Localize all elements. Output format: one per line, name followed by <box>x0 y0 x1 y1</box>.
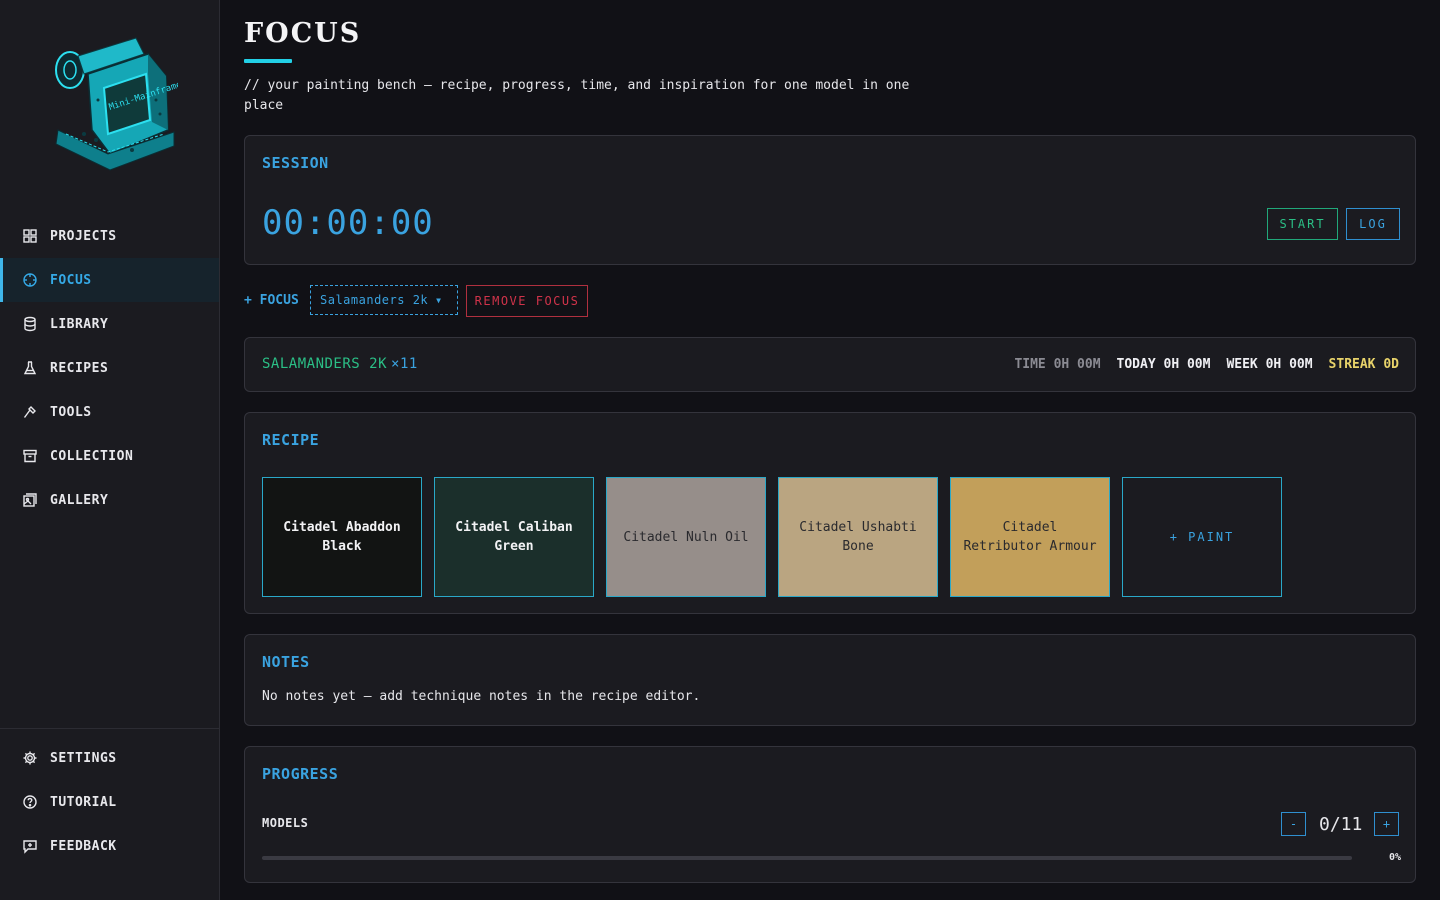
project-name-line: SALAMANDERS 2K ×11 <box>262 356 418 372</box>
decrement-models-button[interactable]: - <box>1281 812 1306 836</box>
add-paint-button[interactable]: + PAINT <box>1122 477 1282 597</box>
stat-streak: STREAK 0D <box>1328 357 1399 372</box>
nav-item-collection[interactable]: COLLECTION <box>0 434 219 478</box>
paint-swatch[interactable]: Citadel Ushabti Bone <box>778 477 938 597</box>
paint-name: Citadel Retributor Armour <box>963 520 1097 554</box>
notes-text: No notes yet — add technique notes in th… <box>262 689 701 704</box>
feedback-icon <box>23 840 37 854</box>
nav-label-projects: PROJECTS <box>50 228 117 244</box>
nav-item-tutorial[interactable]: TUTORIAL <box>0 780 219 824</box>
nav-label-tutorial: TUTORIAL <box>50 794 117 810</box>
progress-card: PROGRESS MODELS - 0/11 + 0% <box>244 746 1416 883</box>
paint-swatch[interactable]: Citadel Caliban Green <box>434 477 594 597</box>
help-icon <box>23 795 37 809</box>
nav-label-recipes: RECIPES <box>50 360 109 376</box>
image-icon <box>23 493 37 507</box>
nav-label-feedback: FEEDBACK <box>50 838 117 854</box>
nav-item-feedback[interactable]: FEEDBACK <box>0 824 219 868</box>
paint-swatch[interactable]: Citadel Abaddon Black <box>262 477 422 597</box>
add-focus-button[interactable]: + FOCUS <box>244 293 299 308</box>
paint-swatches: Citadel Abaddon Black Citadel Caliban Gr… <box>262 477 1282 597</box>
project-summary-card: SALAMANDERS 2K ×11 TIME 0H 00M TODAY 0H 0… <box>244 337 1416 392</box>
nav-label-focus: FOCUS <box>50 272 92 288</box>
focus-project-select[interactable]: Salamanders 2k ▼ <box>310 285 458 315</box>
session-title: SESSION <box>262 154 329 172</box>
start-button[interactable]: START <box>1267 208 1338 240</box>
focus-bar: + FOCUS Salamanders 2k ▼ REMOVE FOCUS <box>244 285 1144 317</box>
main-nav: PROJECTS FOCUS LIBRARY RECIPES TOOLS COL… <box>0 214 219 522</box>
models-label: MODELS <box>262 816 309 830</box>
sidebar: Mini-Mainframe PROJECTS FOCUS LIBRARY RE… <box>0 0 220 900</box>
progress-percent: 0% <box>1388 852 1401 863</box>
paint-name: Citadel Caliban Green <box>455 520 573 554</box>
paint-swatch[interactable]: Citadel Retributor Armour <box>950 477 1110 597</box>
chevron-down-icon: ▼ <box>436 295 442 305</box>
project-model-count: ×11 <box>391 356 418 372</box>
paint-swatch[interactable]: Citadel Nuln Oil <box>606 477 766 597</box>
page-subtitle: // your painting bench — recipe, progres… <box>244 78 910 113</box>
nav-item-gallery[interactable]: GALLERY <box>0 478 219 522</box>
bottom-nav: SETTINGS TUTORIAL FEEDBACK <box>0 728 219 868</box>
notes-title: NOTES <box>262 653 310 671</box>
nav-label-tools: TOOLS <box>50 404 92 420</box>
focus-select-value: Salamanders 2k <box>320 293 429 307</box>
gear-icon <box>23 751 37 765</box>
stat-time: TIME 0H 00M <box>1014 357 1101 372</box>
session-card: SESSION 00:00:00 START LOG <box>244 135 1416 265</box>
nav-label-gallery: GALLERY <box>50 492 109 508</box>
crosshair-icon <box>23 273 37 287</box>
models-count: 0/11 <box>1319 814 1363 835</box>
paint-name: Citadel Ushabti Bone <box>799 520 917 554</box>
flask-icon <box>23 361 37 375</box>
mini-mainframe-logo[interactable]: Mini-Mainframe <box>48 30 183 172</box>
log-button[interactable]: LOG <box>1346 208 1400 240</box>
progress-bar <box>262 856 1352 860</box>
paint-name: Citadel Nuln Oil <box>623 529 749 545</box>
remove-focus-button[interactable]: REMOVE FOCUS <box>466 285 588 317</box>
notes-card: NOTES No notes yet — add technique notes… <box>244 634 1416 726</box>
stat-today: TODAY 0H 00M <box>1116 357 1211 372</box>
page-title: FOCUS <box>244 18 362 49</box>
nav-label-collection: COLLECTION <box>50 448 134 464</box>
time-stats: TIME 0H 00M TODAY 0H 00M WEEK 0H 00M STR… <box>1014 357 1399 372</box>
progress-title: PROGRESS <box>262 765 339 783</box>
nav-item-tools[interactable]: TOOLS <box>0 390 219 434</box>
stat-week: WEEK 0H 00M <box>1226 357 1313 372</box>
nav-item-library[interactable]: LIBRARY <box>0 302 219 346</box>
increment-models-button[interactable]: + <box>1374 812 1399 836</box>
project-name: SALAMANDERS 2K <box>262 356 388 372</box>
grid-icon <box>23 229 37 243</box>
nav-item-settings[interactable]: SETTINGS <box>0 736 219 780</box>
recipe-card: RECIPE Citadel Abaddon Black Citadel Cal… <box>244 412 1416 614</box>
nav-item-focus[interactable]: FOCUS <box>0 258 219 302</box>
title-underline <box>244 59 292 63</box>
session-timer: 00:00:00 <box>262 203 434 243</box>
nav-item-projects[interactable]: PROJECTS <box>0 214 219 258</box>
archive-icon <box>23 449 37 463</box>
database-icon <box>24 316 36 332</box>
nav-item-recipes[interactable]: RECIPES <box>0 346 219 390</box>
nav-label-settings: SETTINGS <box>50 750 117 766</box>
hammer-icon <box>23 406 36 418</box>
nav-label-library: LIBRARY <box>50 316 109 332</box>
paint-name: Citadel Abaddon Black <box>283 520 401 554</box>
recipe-title: RECIPE <box>262 431 320 449</box>
